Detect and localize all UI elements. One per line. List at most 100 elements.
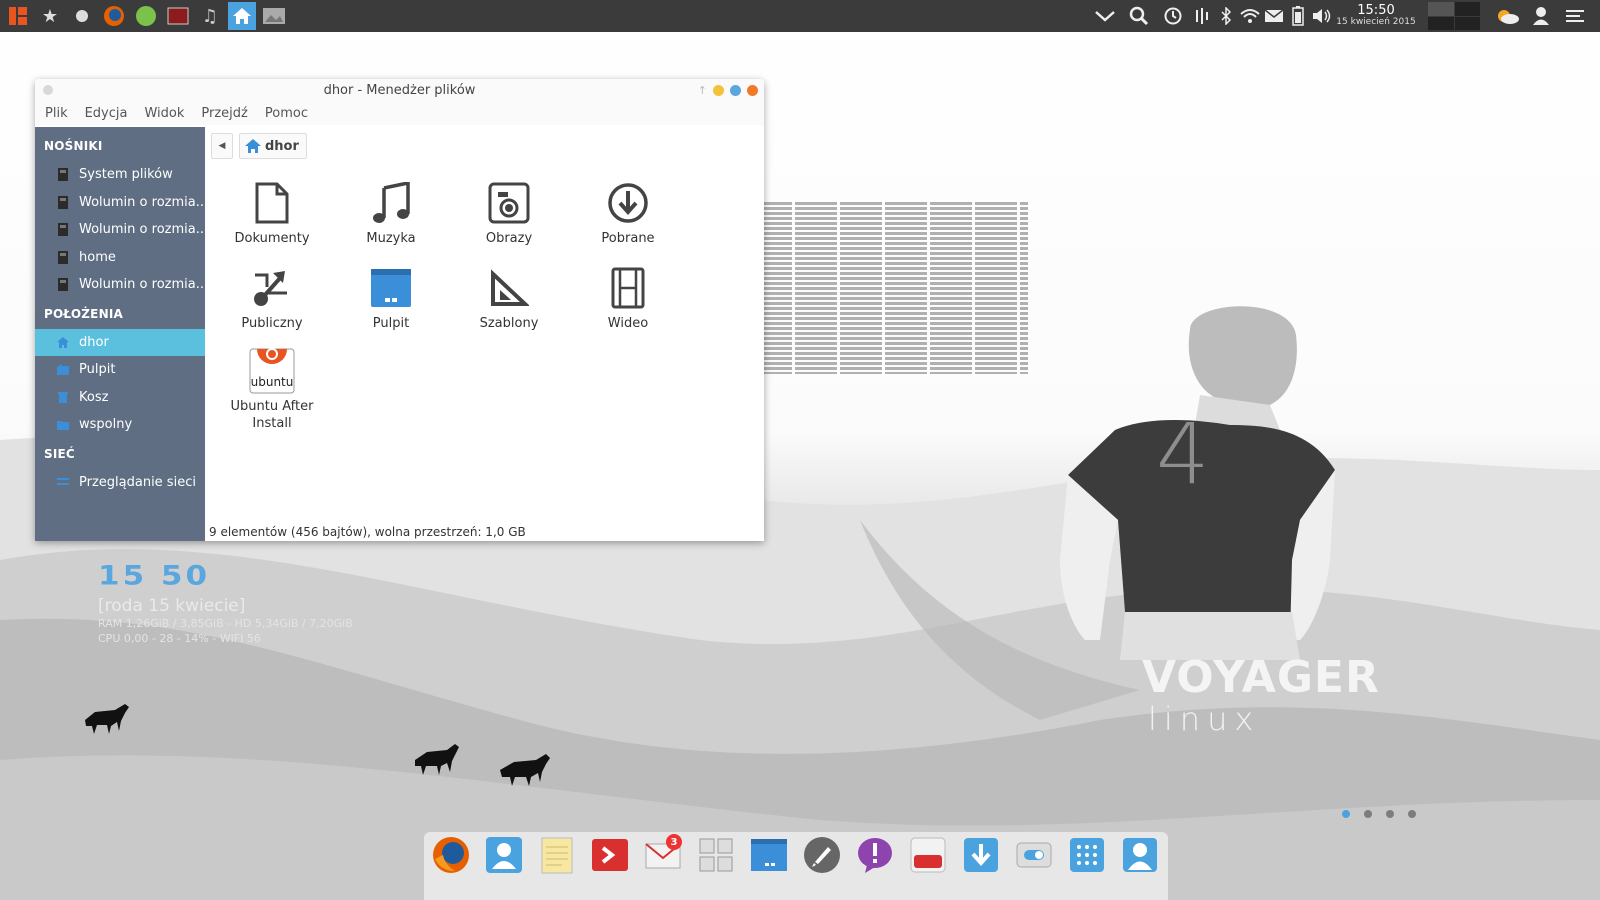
settings-toggle-icon[interactable] xyxy=(1013,834,1055,876)
camera-icon xyxy=(485,179,533,227)
contacts-icon[interactable] xyxy=(483,834,525,876)
file-item-wideo[interactable]: Wideo xyxy=(572,264,684,333)
media-icon[interactable] xyxy=(164,2,192,30)
back-button[interactable]: ◀ xyxy=(211,133,233,159)
pager-dot[interactable] xyxy=(1408,810,1416,818)
green-orb-icon[interactable] xyxy=(132,2,160,30)
home-icon[interactable] xyxy=(228,2,256,30)
file-item-ubuntu-after-install[interactable]: ubuntu Ubuntu After Install xyxy=(216,347,328,433)
document-icon xyxy=(248,179,296,227)
sidebar-item-wspolny[interactable]: wspolny xyxy=(35,411,205,439)
pager-dot[interactable] xyxy=(1364,810,1372,818)
sidebar-item-label: Przeglądanie sieci xyxy=(79,474,196,490)
trash-icon xyxy=(57,391,69,404)
file-item-pulpit[interactable]: Pulpit xyxy=(335,264,447,333)
sidebar-item-network[interactable]: Przeglądanie sieci xyxy=(35,469,205,497)
file-item-muzyka[interactable]: Muzyka xyxy=(335,179,447,248)
wifi-icon[interactable] xyxy=(1238,0,1262,32)
app-grid-icon[interactable] xyxy=(1066,834,1108,876)
file-item-label: Dokumenty xyxy=(234,231,310,246)
battery-icon[interactable] xyxy=(1286,0,1310,32)
circle-icon[interactable] xyxy=(68,2,96,30)
youtube-icon[interactable] xyxy=(907,834,949,876)
sidebar-item-label: Pulpit xyxy=(79,362,116,378)
user-icon[interactable] xyxy=(1524,0,1558,32)
film-icon xyxy=(604,264,652,312)
menu-widok[interactable]: Widok xyxy=(144,106,193,121)
sidebar-item-wolumin-3[interactable]: Wolumin o rozmia... xyxy=(35,271,205,299)
file-item-publiczny[interactable]: Publiczny xyxy=(216,264,328,333)
mail-icon[interactable] xyxy=(1262,0,1286,32)
sidebar-section-title: POŁOŻENIA xyxy=(44,306,123,321)
ubuntu-logo-icon[interactable] xyxy=(4,2,32,30)
conky-stats-line: CPU 0,00 - 28 - 14% - WIFI 56 xyxy=(98,632,261,645)
sidebar-item-pulpit[interactable]: Pulpit xyxy=(35,356,205,384)
equalizer-icon[interactable] xyxy=(1190,0,1214,32)
file-item-dokumenty[interactable]: Dokumenty xyxy=(216,179,328,248)
sidebar-item-wolumin-2[interactable]: Wolumin o rozmia... xyxy=(35,216,205,244)
file-view: ◀ dhor Dokumenty Muzyka Obrazy Pobrane P… xyxy=(205,127,764,541)
dock-items: 3 xyxy=(430,834,1161,876)
history-icon[interactable] xyxy=(1156,0,1190,32)
brand-subtitle: linux xyxy=(1148,700,1261,738)
sidebar-item-kosz[interactable]: Kosz xyxy=(35,384,205,412)
sidebar-item-label: home xyxy=(79,249,116,265)
mail-icon[interactable]: 3 xyxy=(642,834,684,876)
sidebar-item-system-plikow[interactable]: System plików xyxy=(35,161,205,189)
desktop-icon[interactable] xyxy=(748,834,790,876)
menu-edycja[interactable]: Edycja xyxy=(85,106,137,121)
menu-pomoc[interactable]: Pomoc xyxy=(265,106,317,121)
sidebar-item-wolumin-1[interactable]: Wolumin o rozmia... xyxy=(35,189,205,217)
mail-badge: 3 xyxy=(666,834,682,850)
menu-plik[interactable]: Plik xyxy=(45,106,77,121)
maximize-button[interactable] xyxy=(730,85,741,96)
weather-icon[interactable] xyxy=(1490,0,1524,32)
terminal-icon[interactable] xyxy=(589,834,631,876)
search-icon[interactable] xyxy=(1122,0,1156,32)
menu-icon[interactable] xyxy=(1558,0,1592,32)
pager-dot[interactable] xyxy=(1342,810,1350,818)
network-icon xyxy=(57,476,69,488)
tiles-icon[interactable] xyxy=(695,834,737,876)
sidebar-item-label: Kosz xyxy=(79,389,109,405)
desktop-folder-icon xyxy=(367,264,415,312)
file-item-pobrane[interactable]: Pobrane xyxy=(572,179,684,248)
workspace-switcher[interactable] xyxy=(1428,2,1480,30)
image-viewer-icon[interactable] xyxy=(260,2,288,30)
menubar: Plik Edycja Widok Przejdź Pomoc xyxy=(35,101,764,125)
firefox-icon[interactable] xyxy=(430,834,472,876)
chevron-down-icon[interactable] xyxy=(1088,0,1122,32)
file-item-obrazy[interactable]: Obrazy xyxy=(453,179,565,248)
shirt-number: 4 xyxy=(1156,405,1209,503)
star-icon[interactable]: ★ xyxy=(36,2,64,30)
drive-icon xyxy=(57,195,69,209)
pager-dot[interactable] xyxy=(1386,810,1394,818)
drive-icon xyxy=(57,278,69,292)
firefox-icon[interactable] xyxy=(100,2,128,30)
conky-stats-line: RAM 1,26GiB / 3,85GiB - HD 5,34GiB / 7,2… xyxy=(98,617,353,630)
close-button[interactable] xyxy=(747,85,758,96)
drive-icon xyxy=(57,223,69,237)
volume-icon[interactable] xyxy=(1310,0,1334,32)
file-item-szablony[interactable]: Szablony xyxy=(453,264,565,333)
sidebar-item-dhor[interactable]: dhor xyxy=(35,328,205,356)
sidebar-item-home[interactable]: home xyxy=(35,244,205,272)
arrow-up-icon[interactable]: ↑ xyxy=(698,84,707,97)
window-menu-button[interactable] xyxy=(43,85,53,95)
file-item-label: Ubuntu After Install xyxy=(230,399,314,431)
panel-clock[interactable]: 15:50 15 kwiecień 2015 xyxy=(1334,4,1418,27)
desktop-pager[interactable] xyxy=(1342,810,1416,818)
breadcrumb-dhor[interactable]: dhor xyxy=(239,133,307,159)
clock-date: 15 kwiecień 2015 xyxy=(1336,17,1416,28)
menu-przejdz[interactable]: Przejdź xyxy=(201,106,256,121)
notes-icon[interactable] xyxy=(536,834,578,876)
rocket-icon[interactable] xyxy=(801,834,843,876)
download-icon[interactable] xyxy=(960,834,1002,876)
bluetooth-icon[interactable] xyxy=(1214,0,1238,32)
music-icon[interactable]: ♫ xyxy=(196,2,224,30)
window-titlebar[interactable]: dhor - Menedżer plików ↑ xyxy=(35,79,764,101)
minimize-button[interactable] xyxy=(713,85,724,96)
user-icon[interactable] xyxy=(1119,834,1161,876)
chat-icon[interactable] xyxy=(854,834,896,876)
ubuntu-app-icon: ubuntu xyxy=(248,347,296,395)
